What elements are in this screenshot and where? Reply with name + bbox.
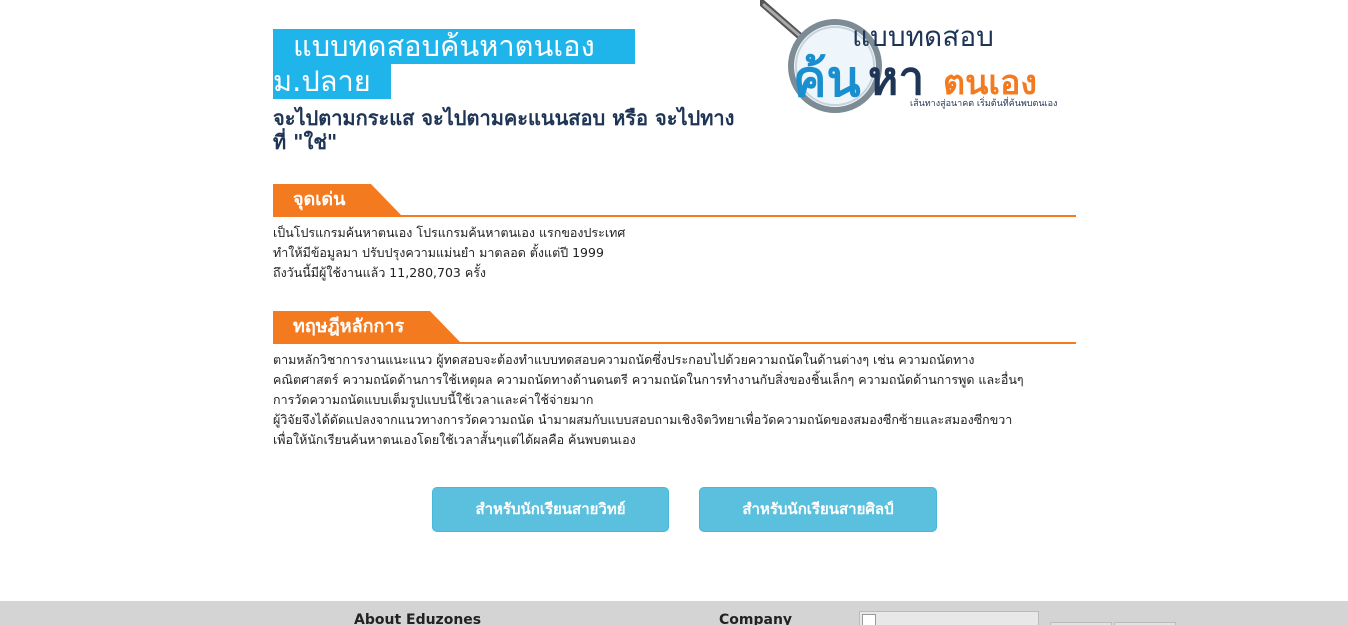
logo-top-text: แบบทดสอบ bbox=[852, 20, 994, 53]
footer-about-heading: About Eduzones bbox=[354, 612, 482, 625]
highlight-line: เป็นโปรแกรมค้นหาตนเอง โปรแกรมค้นหาตนเอง … bbox=[273, 225, 626, 240]
footer-broken-image bbox=[859, 611, 1039, 625]
theory-line: เพื่อให้นักเรียนค้นหาตนเองโดยใช้เวลาสั้น… bbox=[273, 432, 636, 447]
theory-section: ทฤษฎีหลักการ ตามหลักวิชาการงานแนะแนว ผู้… bbox=[273, 310, 1076, 450]
arts-student-button[interactable]: สำหรับนักเรียนสายศิลป์ bbox=[699, 487, 937, 532]
highlight-header: จุดเด่น bbox=[273, 183, 1076, 217]
highlight-body: เป็นโปรแกรมค้นหาตนเอง โปรแกรมค้นหาตนเอง … bbox=[273, 223, 1076, 283]
footer: About Eduzones Company bbox=[0, 601, 1348, 625]
theory-line: คณิตศาสตร์ ความถนัดด้านการใช้เหตุผล ความ… bbox=[273, 372, 1024, 387]
highlight-section: จุดเด่น เป็นโปรแกรมค้นหาตนเอง โปรแกรมค้น… bbox=[273, 183, 1076, 283]
title-line-2: ม.ปลาย bbox=[273, 64, 391, 99]
theory-line: ผู้วิจัยจึงได้ดัดแปลงจากแนวทางการวัดความ… bbox=[273, 412, 1013, 427]
page: แบบทดสอบค้นหาตนเอง ม.ปลาย จะไปตามกระแส จ… bbox=[0, 0, 1348, 625]
title-line-1: แบบทดสอบค้นหาตนเอง bbox=[273, 29, 635, 64]
highlight-line: ถึงวันนี้มีผู้ใช้งานแล้ว 11,280,703 ครั้… bbox=[273, 265, 487, 280]
page-title: แบบทดสอบค้นหาตนเอง ม.ปลาย bbox=[273, 29, 635, 99]
highlight-heading: จุดเด่น bbox=[273, 184, 402, 215]
theory-line: การวัดความถนัดแบบเต็มรูปแบบนี้ใช้เวลาและ… bbox=[273, 392, 594, 407]
footer-company-heading: Company bbox=[719, 612, 793, 625]
highlight-line: ทำให้มีข้อมูลมา ปรับปรุงความแม่นยำ มาตลอ… bbox=[273, 245, 604, 260]
logo-main-right: ตนเอง bbox=[943, 63, 1037, 103]
logo: แบบทดสอบ ค้น หา ตนเอง เส้นทางสู่อนาคต เร… bbox=[760, 0, 1080, 115]
theory-header: ทฤษฎีหลักการ bbox=[273, 310, 1076, 344]
logo-main-left: ค้น bbox=[793, 50, 861, 108]
theory-heading: ทฤษฎีหลักการ bbox=[273, 311, 461, 342]
theory-line: ตามหลักวิชาการงานแนะแนว ผู้ทดสอบจะต้องทำ… bbox=[273, 352, 975, 367]
page-subtitle: จะไปตามกระแส จะไปตามคะแนนสอบ หรือ จะไปทา… bbox=[273, 106, 735, 154]
logo-main-middle: หา bbox=[868, 51, 924, 105]
theory-body: ตามหลักวิชาการงานแนะแนว ผู้ทดสอบจะต้องทำ… bbox=[273, 350, 1076, 450]
science-student-button[interactable]: สำหรับนักเรียนสายวิทย์ bbox=[432, 487, 669, 532]
